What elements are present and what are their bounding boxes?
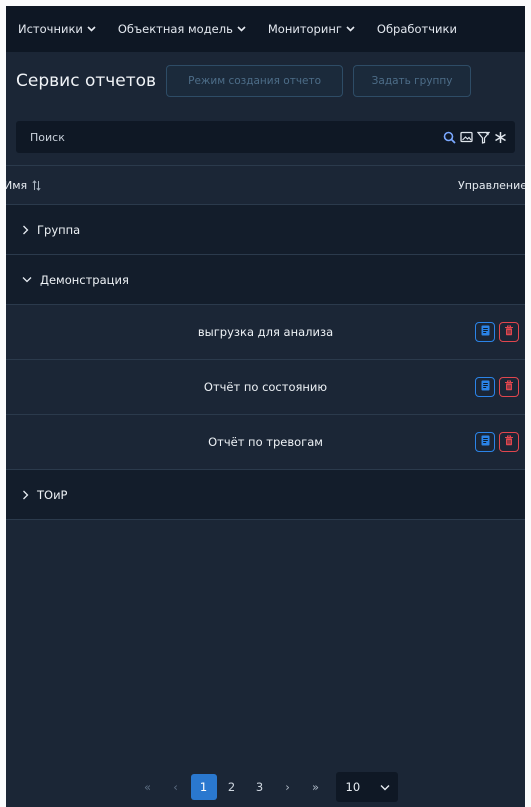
delete-report-button[interactable] [499,322,519,342]
table-header: Имя Управление [6,166,525,205]
chevron-down-icon [346,26,355,32]
column-name-label: Имя [6,178,28,192]
column-actions-header: Управление [457,178,525,192]
pagination: « ‹ 1 2 3 › » 10 [6,767,525,807]
sort-icon[interactable] [32,179,41,191]
nav-item-label: Мониторинг [267,22,342,36]
search-icon[interactable] [443,131,456,144]
page-title: Сервис отчетов [16,71,157,91]
group-label: Группа [37,222,81,237]
chevron-down-icon [87,26,96,32]
group-row-demonstration[interactable]: Демонстрация [6,255,525,305]
table-row[interactable]: Отчёт по состоянию [6,360,525,415]
search-input[interactable] [28,129,443,145]
table-row[interactable]: Отчёт по тревогам [6,415,525,470]
clear-filter-icon[interactable] [477,131,490,144]
set-group-button[interactable]: Задать группу [353,65,472,97]
search-bar [6,110,525,166]
row-actions [475,322,519,342]
report-name: Отчёт по состоянию [203,380,328,394]
asterisk-icon[interactable] [494,131,507,144]
prev-page-button[interactable]: ‹ [163,774,189,800]
top-navigation: Источники Объектная модель Мониторинг Об… [6,6,525,52]
group-label: Демонстрация [40,272,129,287]
search-box [16,121,515,153]
delete-report-button[interactable] [499,432,519,452]
document-icon [481,380,490,394]
chevron-right-icon [22,490,29,500]
chevron-down-icon [22,276,32,283]
group-row-toir[interactable]: ТОиР [6,470,525,520]
document-icon [481,325,490,339]
table-row[interactable]: выгрузка для анализа [6,305,525,360]
chevron-down-icon [237,26,246,32]
image-search-icon[interactable] [460,131,473,143]
edit-report-button[interactable] [475,322,495,342]
report-name: Отчёт по тревогам [208,435,323,449]
empty-area [6,524,525,767]
app-window: Источники Объектная модель Мониторинг Об… [6,6,525,807]
document-icon [481,435,490,449]
page-button-3[interactable]: 3 [247,774,273,800]
last-page-button[interactable]: » [303,774,329,800]
column-name-header[interactable]: Имя [6,179,41,192]
edit-report-button[interactable] [475,432,495,452]
group-label: ТОиР [37,487,68,502]
report-create-mode-button[interactable]: Режим создания отчето [166,65,344,97]
nav-item-label: Источники [18,22,83,36]
delete-report-button[interactable] [499,377,519,397]
row-actions [475,432,519,452]
group-row-gruppa[interactable]: Группа [6,205,525,255]
trash-icon [504,380,514,394]
page-button-1[interactable]: 1 [190,774,217,800]
trash-icon [504,435,514,449]
trash-icon [504,325,514,339]
page-size-select[interactable]: 10 [335,772,398,802]
row-actions [475,377,519,397]
page-button-2[interactable]: 2 [219,774,245,800]
page-toolbar: Сервис отчетов Режим создания отчето Зад… [6,52,525,110]
nav-item-label: Объектная модель [117,22,233,36]
nav-item-handlers[interactable]: Обработчики [377,22,457,36]
next-page-button[interactable]: › [275,774,301,800]
nav-item-object-model[interactable]: Объектная модель [118,22,246,36]
report-name: выгрузка для анализа [197,325,334,339]
edit-report-button[interactable] [475,377,495,397]
nav-item-monitoring[interactable]: Мониторинг [268,22,355,36]
search-tools [443,131,507,144]
nav-item-sources[interactable]: Источники [18,22,96,36]
chevron-down-icon [380,780,390,794]
nav-item-label: Обработчики [376,22,457,36]
chevron-right-icon [22,225,29,235]
page-size-value: 10 [345,780,361,794]
first-page-button[interactable]: « [135,774,161,800]
